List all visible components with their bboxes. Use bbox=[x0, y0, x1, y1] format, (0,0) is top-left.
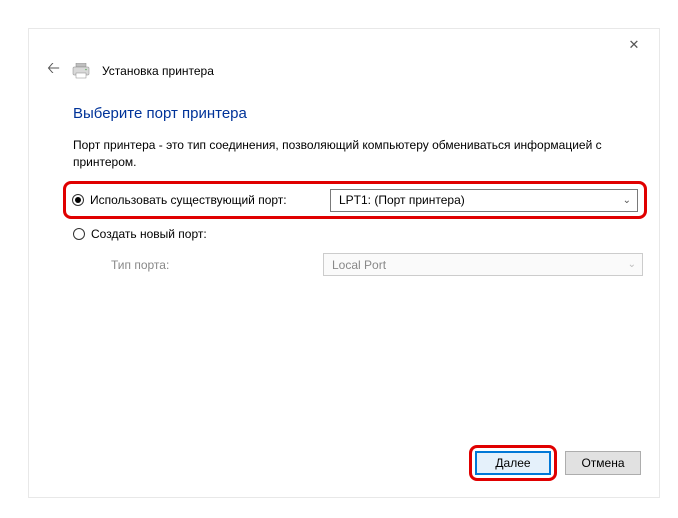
radio-create-new-label: Создать новый порт: bbox=[91, 227, 207, 241]
row-create-new-port: Создать новый порт: bbox=[73, 227, 643, 241]
chevron-down-icon: ⌄ bbox=[623, 195, 631, 206]
existing-port-select[interactable]: LPT1: (Порт принтера) ⌄ bbox=[330, 189, 638, 212]
highlight-existing-port: Использовать существующий порт: LPT1: (П… bbox=[63, 181, 647, 219]
next-button[interactable]: Далее bbox=[475, 451, 551, 475]
chevron-down-icon: ⌄ bbox=[628, 259, 636, 270]
port-type-label: Тип порта: bbox=[111, 258, 323, 272]
wizard-header: 🡠 Установка принтера bbox=[47, 57, 214, 84]
port-type-value: Local Port bbox=[332, 258, 386, 272]
printer-install-wizard: ✕ 🡠 Установка принтера Выберите порт при… bbox=[28, 28, 660, 498]
page-heading: Выберите порт принтера bbox=[73, 105, 247, 122]
radio-icon bbox=[73, 228, 85, 240]
radio-use-existing-label: Использовать существующий порт: bbox=[90, 193, 287, 207]
printer-icon bbox=[72, 63, 90, 79]
radio-create-new-port[interactable]: Создать новый порт: bbox=[73, 227, 323, 241]
radio-use-existing-port[interactable]: Использовать существующий порт: bbox=[72, 193, 330, 207]
highlight-next-button: Далее bbox=[469, 445, 557, 481]
existing-port-value: LPT1: (Порт принтера) bbox=[339, 193, 465, 207]
close-icon[interactable]: ✕ bbox=[619, 35, 649, 55]
row-port-type: Тип порта: Local Port ⌄ bbox=[111, 253, 643, 276]
port-type-select: Local Port ⌄ bbox=[323, 253, 643, 276]
cancel-button[interactable]: Отмена bbox=[565, 451, 641, 475]
wizard-footer: Далее Отмена bbox=[469, 445, 641, 481]
back-arrow-icon[interactable]: 🡠 bbox=[47, 57, 60, 84]
page-description: Порт принтера - это тип соединения, позв… bbox=[73, 137, 633, 171]
wizard-title: Установка принтера bbox=[102, 64, 214, 78]
radio-icon bbox=[72, 194, 84, 206]
